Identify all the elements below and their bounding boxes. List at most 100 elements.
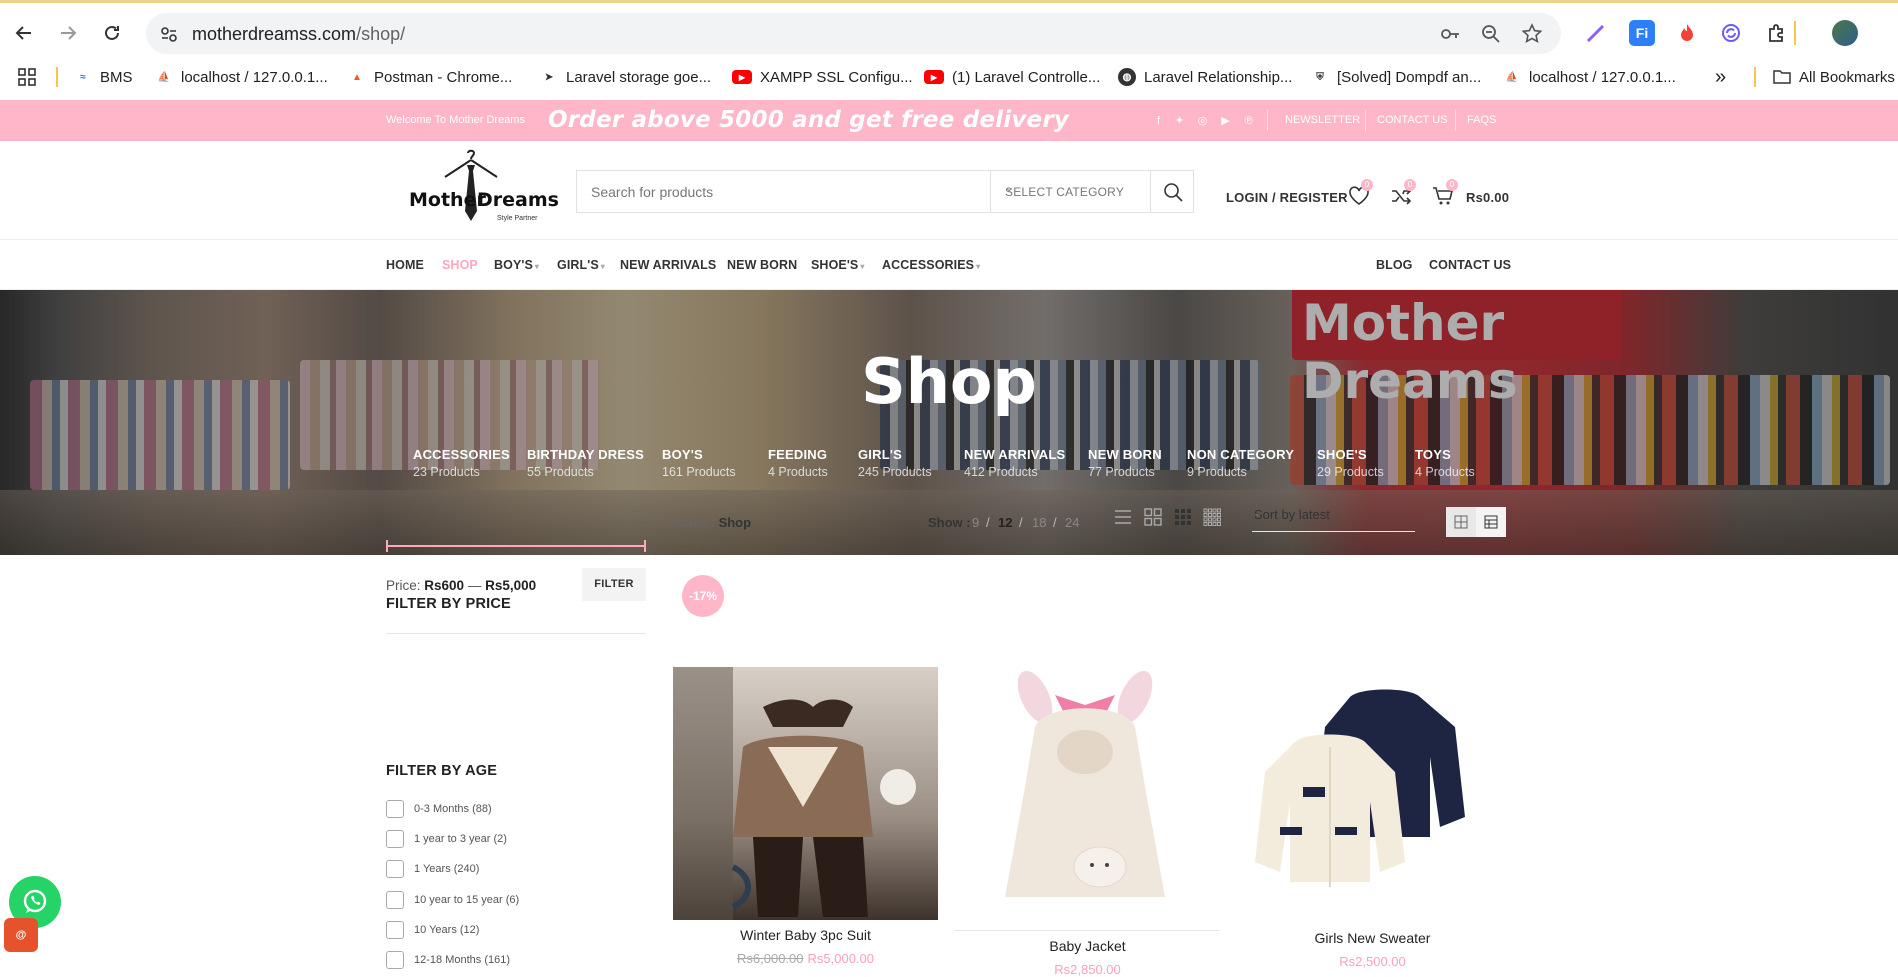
bookmark-postman[interactable]: ▲ Postman - Chrome... <box>348 66 512 88</box>
show-option-9[interactable]: 9 <box>972 515 979 530</box>
checkbox[interactable] <box>386 800 404 818</box>
contact-us-top-link[interactable]: CONTACT US <box>1377 114 1448 126</box>
product-price: Rs6,000.00 Rs5,000.00 <box>673 951 938 966</box>
hero-category-birthday-dress[interactable]: BIRTHDAY DRESS 55 Products <box>527 447 644 479</box>
sync-extension-icon[interactable] <box>1718 20 1744 46</box>
menu-item-boys[interactable]: BOY'S ▾ <box>494 258 539 272</box>
price-range-slider[interactable] <box>386 540 646 552</box>
hero-category-girls[interactable]: GIRL'S 245 Products <box>858 447 932 479</box>
bookmark-laravel-storage[interactable]: ➤ Laravel storage goe... <box>540 66 711 88</box>
bookmark-label: Laravel storage goe... <box>566 68 712 86</box>
age-filter-option[interactable]: 0-3 Months (88) <box>386 800 492 818</box>
bookmark-star-icon[interactable] <box>1521 23 1543 45</box>
menu-item-home[interactable]: HOME <box>386 258 424 272</box>
pinterest-icon[interactable]: ℗ <box>1242 114 1255 127</box>
hero-category-boys[interactable]: BOY'S 161 Products <box>662 447 736 479</box>
age-filter-option[interactable]: 10 Years (12) <box>386 921 479 939</box>
show-option-24[interactable]: 24 <box>1065 515 1079 530</box>
forward-icon[interactable] <box>54 19 82 47</box>
pen-extension-icon[interactable] <box>1583 20 1609 46</box>
sort-select[interactable]: Sort by latest ⌄ <box>1252 504 1415 532</box>
zoom-icon[interactable] <box>1480 23 1502 45</box>
hero-category-toys[interactable]: TOYS 4 Products <box>1415 447 1475 479</box>
back-icon[interactable] <box>10 19 38 47</box>
price-filter-button[interactable]: FILTER <box>582 568 646 601</box>
list-view-icon[interactable] <box>1114 508 1132 526</box>
age-filter-option[interactable]: 10 year to 15 year (6) <box>386 891 519 909</box>
grid-4-columns-icon[interactable] <box>1203 508 1221 526</box>
grid-2-columns-icon[interactable] <box>1144 508 1162 526</box>
profile-avatar[interactable] <box>1832 20 1858 46</box>
layout-grid-button[interactable] <box>1446 507 1476 537</box>
facebook-icon[interactable]: f <box>1152 114 1165 127</box>
bookmark-laravel-relationship[interactable]: ◍ Laravel Relationship... <box>1118 66 1292 88</box>
checkbox[interactable] <box>386 951 404 969</box>
hero-category-accessories[interactable]: ACCESSORIES 23 Products <box>413 447 510 479</box>
age-filter-option[interactable]: 1 year to 3 year (2) <box>386 830 507 848</box>
hero-category-new-born[interactable]: NEW BORN 77 Products <box>1088 447 1162 479</box>
bookmark-phpmyadmin-2[interactable]: ⛵ localhost / 127.0.0.1... <box>1503 66 1676 88</box>
cart-total[interactable]: Rs0.00 <box>1466 190 1509 205</box>
fi-extension-icon[interactable]: Fi <box>1629 20 1655 46</box>
instagram-icon[interactable]: ◎ <box>1196 114 1209 127</box>
product-title[interactable]: Girls New Sweater <box>1240 930 1505 946</box>
category-count: 77 Products <box>1088 465 1155 479</box>
menu-item-accessories[interactable]: ACCESSORIES ▾ <box>882 258 980 272</box>
menu-item-new-arrivals[interactable]: NEW ARRIVALS <box>620 258 716 272</box>
flame-extension-icon[interactable] <box>1674 20 1700 46</box>
product-image-winter-baby-suit[interactable] <box>673 667 938 920</box>
price-max-handle[interactable] <box>644 540 646 552</box>
site-logo[interactable]: Mother Dreams Style Partner <box>405 147 559 232</box>
product-image-baby-jacket[interactable] <box>955 667 1220 927</box>
hero-category-shoes[interactable]: SHOE'S 29 Products <box>1317 447 1384 479</box>
login-register-link[interactable]: LOGIN / REGISTER <box>1226 190 1348 205</box>
hero-category-feeding[interactable]: FEEDING 4 Products <box>768 447 828 479</box>
address-bar[interactable]: motherdreamss.com/shop/ <box>146 13 1561 54</box>
menu-item-shoes[interactable]: SHOE'S ▾ <box>811 258 864 272</box>
search-input[interactable]: Search for products <box>591 184 713 200</box>
more-bookmarks-button[interactable]: » <box>1715 66 1726 88</box>
bookmark-bms[interactable]: ≈ BMS <box>74 66 132 88</box>
password-key-icon[interactable] <box>1439 23 1461 45</box>
url-text[interactable]: motherdreamss.com/shop/ <box>192 24 405 45</box>
layout-list-button[interactable] <box>1476 507 1506 537</box>
bookmark-laravel-controller[interactable]: ▶ (1) Laravel Controlle... <box>924 66 1100 88</box>
twitter-icon[interactable]: ✦ <box>1173 114 1186 127</box>
checkbox[interactable] <box>386 860 404 878</box>
apps-grid-icon[interactable] <box>17 66 37 88</box>
show-option-18[interactable]: 18 <box>1032 515 1046 530</box>
category-select[interactable]: SELECT CATEGORY ⌄ <box>990 171 1150 212</box>
menu-item-contact-us[interactable]: CONTACT US <box>1429 258 1511 272</box>
breadcrumb-home-link[interactable]: Home <box>673 515 708 530</box>
extensions-puzzle-icon[interactable] <box>1764 20 1790 46</box>
checkbox[interactable] <box>386 891 404 909</box>
search-button[interactable] <box>1150 171 1194 212</box>
grid-3-columns-icon[interactable] <box>1174 508 1192 526</box>
bookmark-phpmyadmin-1[interactable]: ⛵ localhost / 127.0.0.1... <box>155 66 328 88</box>
faqs-link[interactable]: FAQS <box>1467 114 1496 126</box>
age-filter-option[interactable]: 12-18 Months (161) <box>386 951 510 969</box>
menu-item-girls[interactable]: GIRL'S ▾ <box>557 258 605 272</box>
age-filter-option[interactable]: 1 Years (240) <box>386 860 479 878</box>
hero-category-non-category[interactable]: NON CATEGORY 9 Products <box>1187 447 1294 479</box>
hero-category-new-arrivals[interactable]: NEW ARRIVALS 412 Products <box>964 447 1065 479</box>
bookmark-dompdf[interactable]: ⛨ [Solved] Dompdf an... <box>1311 66 1481 88</box>
menu-item-blog[interactable]: BLOG <box>1376 258 1413 272</box>
mail-icon[interactable]: @ <box>4 918 38 952</box>
category-name: SHOE'S <box>1317 447 1367 462</box>
bookmark-xampp[interactable]: ▶ XAMPP SSL Configu... <box>732 66 913 88</box>
product-title[interactable]: Winter Baby 3pc Suit <box>673 927 938 943</box>
menu-item-shop[interactable]: SHOP <box>442 258 478 272</box>
reload-icon[interactable] <box>98 19 126 47</box>
checkbox[interactable] <box>386 830 404 848</box>
youtube-icon[interactable]: ▶ <box>1219 114 1232 127</box>
newsletter-link[interactable]: NEWSLETTER <box>1285 114 1360 126</box>
price-min-handle[interactable] <box>386 540 388 552</box>
site-info-icon[interactable] <box>158 23 180 45</box>
checkbox[interactable] <box>386 921 404 939</box>
product-image-girls-sweater[interactable] <box>1240 667 1505 922</box>
show-option-12[interactable]: 12 <box>998 515 1012 530</box>
menu-item-new-born[interactable]: NEW BORN <box>727 258 797 272</box>
product-title[interactable]: Baby Jacket <box>955 938 1220 954</box>
all-bookmarks-button[interactable]: All Bookmarks <box>1773 66 1895 88</box>
